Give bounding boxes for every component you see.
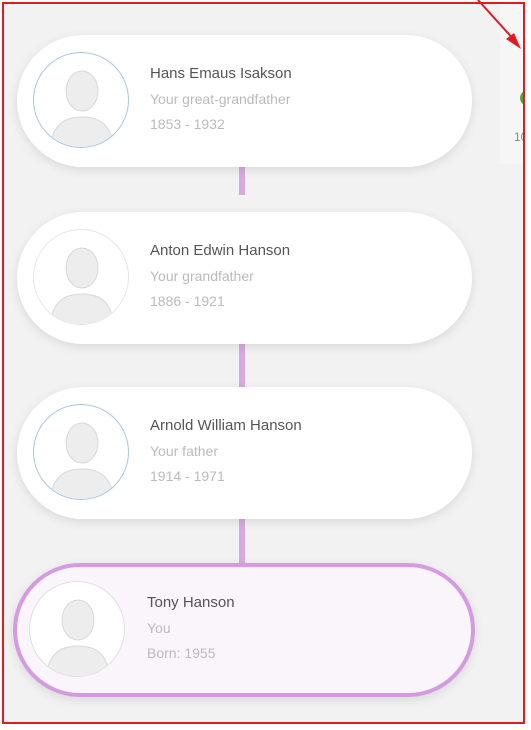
person-silhouette-icon (33, 229, 129, 325)
person-years: Born: 1955 (147, 645, 216, 661)
person-card-grandfather[interactable]: Anton Edwin Hanson Your grandfather 1886… (17, 212, 472, 344)
person-name: Hans Emaus Isakson (150, 65, 292, 82)
person-relation: Your grandfather (150, 268, 254, 284)
person-years: 1886 - 1921 (150, 293, 225, 309)
lineage-panel: 10 Hans Emaus Isakson Your great-grandfa… (2, 2, 525, 724)
person-name: Tony Hanson (147, 594, 235, 611)
person-silhouette-icon (33, 404, 129, 500)
side-count: 10 (514, 130, 523, 144)
annotation-arrow-icon (477, 0, 521, 49)
person-years: 1853 - 1932 (150, 116, 225, 132)
lineage-connector (239, 517, 245, 567)
person-card-you[interactable]: Tony Hanson You Born: 1955 (13, 563, 475, 697)
person-relation: You (147, 620, 171, 636)
person-name: Anton Edwin Hanson (150, 242, 291, 259)
person-card-father[interactable]: Arnold William Hanson Your father 1914 -… (17, 387, 472, 519)
person-relation: Your great-grandfather (150, 91, 291, 107)
lineage-connector (239, 343, 245, 391)
person-name: Arnold William Hanson (150, 417, 302, 434)
person-years: 1914 - 1971 (150, 468, 225, 484)
person-silhouette-icon (33, 52, 129, 148)
person-relation: Your father (150, 443, 218, 459)
lineage-connector (239, 165, 245, 195)
person-silhouette-icon (29, 581, 125, 677)
